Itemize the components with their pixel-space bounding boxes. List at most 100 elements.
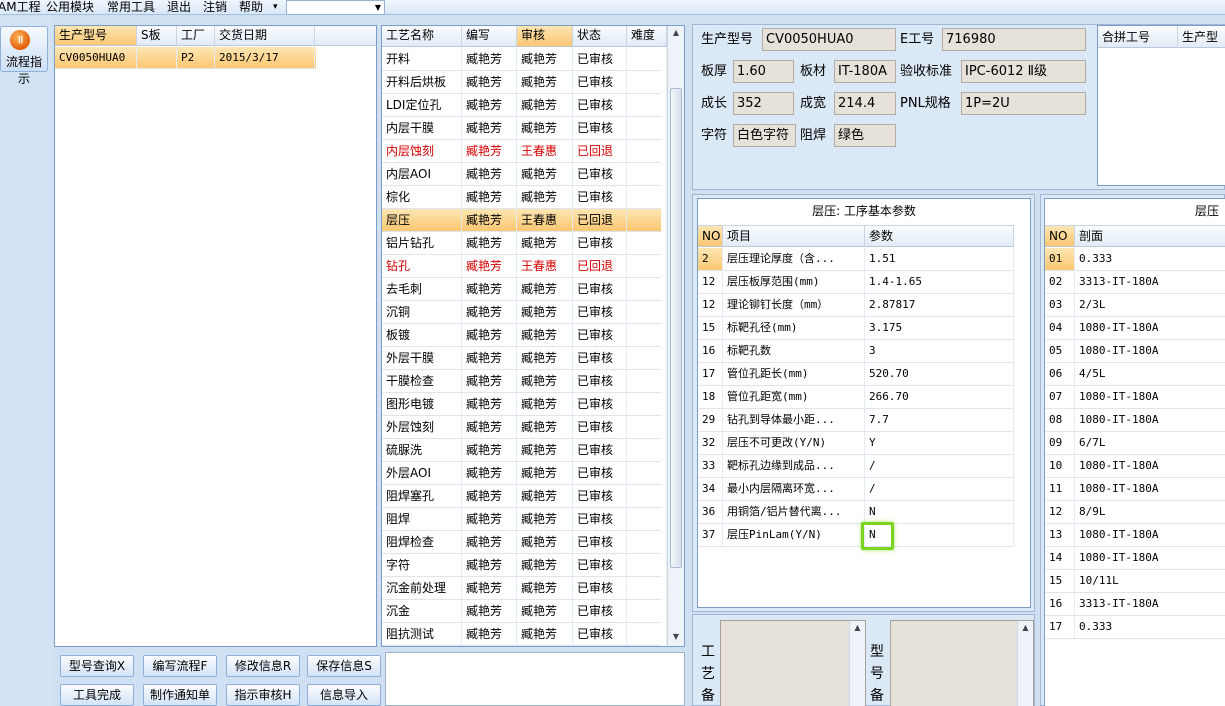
remark-scrollbar[interactable]: ▲: [849, 621, 865, 706]
column-header[interactable]: NO: [1045, 226, 1075, 246]
table-row[interactable]: 开料后烘板 臧艳芳 臧艳芳 已审核: [382, 71, 667, 94]
menu-item[interactable]: 注销: [203, 0, 227, 14]
table-row[interactable]: 18 管位孔距宽(mm) 266.70: [698, 386, 1014, 409]
flow-indicator-button[interactable]: ॥ 流程指示: [0, 26, 48, 86]
table-row[interactable]: 11 1080-IT-180A: [1045, 478, 1225, 501]
table-row[interactable]: 15 标靶孔径(mm) 3.175: [698, 317, 1014, 340]
table-row[interactable]: 外层AOI 臧艳芳 臧艳芳 已审核: [382, 462, 667, 485]
table-row[interactable]: 外层干膜 臧艳芳 臧艳芳 已审核: [382, 347, 667, 370]
column-header[interactable]: 交货日期: [215, 26, 315, 45]
table-row[interactable]: 16 标靶孔数 3: [698, 340, 1014, 363]
param-value-cell[interactable]: 3: [865, 340, 1014, 362]
column-header[interactable]: 状态: [573, 26, 627, 46]
table-row[interactable]: 06 4/5L: [1045, 363, 1225, 386]
table-row[interactable]: 13 1080-IT-180A: [1045, 524, 1225, 547]
table-row[interactable]: 02 3313-IT-180A: [1045, 271, 1225, 294]
table-row[interactable]: 沉金前处理 臧艳芳 臧艳芳 已审核: [382, 577, 667, 600]
table-row[interactable]: 图形电镀 臧艳芳 臧艳芳 已审核: [382, 393, 667, 416]
table-row[interactable]: 10 1080-IT-180A: [1045, 455, 1225, 478]
table-row[interactable]: 内层蚀刻 臧艳芳 王春惠 已回退: [382, 140, 667, 163]
table-row[interactable]: 01 0.333: [1045, 248, 1225, 271]
menu-item[interactable]: AM工程: [0, 0, 41, 14]
table-row[interactable]: 17 0.333: [1045, 616, 1225, 639]
table-row[interactable]: 04 1080-IT-180A: [1045, 317, 1225, 340]
column-header[interactable]: 项目: [723, 226, 865, 246]
table-row[interactable]: 07 1080-IT-180A: [1045, 386, 1225, 409]
table-row[interactable]: 字符 臧艳芳 臧艳芳 已审核: [382, 554, 667, 577]
table-row[interactable]: 2 层压理论厚度（含... 1.51: [698, 248, 1014, 271]
param-value-cell[interactable]: 2.87817: [865, 294, 1014, 316]
column-header[interactable]: NO: [698, 226, 723, 246]
table-row[interactable]: 12 理论铆钉长度（mm） 2.87817: [698, 294, 1014, 317]
table-row[interactable]: 沉金 臧艳芳 臧艳芳 已审核: [382, 600, 667, 623]
remark-scrollbar[interactable]: ▲: [1017, 621, 1033, 706]
column-header[interactable]: 难度: [627, 26, 667, 46]
scroll-thumb[interactable]: [670, 88, 682, 568]
table-row[interactable]: 阻焊检查 臧艳芳 臧艳芳 已审核: [382, 531, 667, 554]
scroll-down-icon[interactable]: ▼: [668, 630, 684, 644]
table-row[interactable]: 板镀 臧艳芳 臧艳芳 已审核: [382, 324, 667, 347]
chevron-down-icon[interactable]: ▾: [273, 0, 278, 14]
material-field[interactable]: IT-180A: [834, 60, 896, 83]
table-row[interactable]: 32 层压不可更改(Y/N) Y: [698, 432, 1014, 455]
column-header[interactable]: 生产型: [1178, 26, 1225, 47]
table-row[interactable]: 16 3313-IT-180A: [1045, 593, 1225, 616]
table-row[interactable]: LDI定位孔 臧艳芳 臧艳芳 已审核: [382, 94, 667, 117]
silkscreen-field[interactable]: 白色字符: [733, 124, 796, 147]
make-notice-button[interactable]: 制作通知单: [143, 684, 217, 706]
column-header[interactable]: S板: [137, 26, 177, 45]
table-row[interactable]: 铝片钻孔 臧艳芳 臧艳芳 已审核: [382, 232, 667, 255]
table-row[interactable]: 05 1080-IT-180A: [1045, 340, 1225, 363]
param-value-cell[interactable]: 3.175: [865, 317, 1014, 339]
menu-item[interactable]: 常用工具: [107, 0, 155, 14]
width-field[interactable]: 214.4: [834, 92, 896, 115]
table-row[interactable]: 17 管位孔距长(mm) 520.70: [698, 363, 1014, 386]
table-row[interactable]: 开料 臧艳芳 臧艳芳 已审核: [382, 48, 667, 71]
menu-item[interactable]: 帮助: [239, 0, 263, 14]
tool-complete-button[interactable]: 工具完成: [60, 684, 134, 706]
scroll-up-icon[interactable]: ▲: [1018, 621, 1033, 635]
table-row[interactable]: 12 层压板厚范围(mm) 1.4-1.65: [698, 271, 1014, 294]
table-row[interactable]: 内层干膜 臧艳芳 臧艳芳 已审核: [382, 117, 667, 140]
table-row[interactable]: CV0050HUA0 P2 2015/3/17: [55, 47, 316, 69]
param-value-cell[interactable]: 7.7: [865, 409, 1014, 431]
table-row[interactable]: 阻抗测试 臧艳芳 臧艳芳 已审核: [382, 623, 667, 646]
table-row[interactable]: 08 1080-IT-180A: [1045, 409, 1225, 432]
menu-item[interactable]: 公用模块: [46, 0, 94, 14]
table-row[interactable]: 09 6/7L: [1045, 432, 1225, 455]
column-header[interactable]: 剖面: [1075, 226, 1225, 246]
model-query-button[interactable]: 型号查询X: [60, 655, 134, 677]
table-row[interactable]: 沉铜 臧艳芳 臧艳芳 已审核: [382, 301, 667, 324]
scroll-up-icon[interactable]: ▲: [668, 26, 684, 40]
table-row[interactable]: 阻焊 臧艳芳 臧艳芳 已审核: [382, 508, 667, 531]
model-remark-field[interactable]: ▲: [890, 620, 1034, 706]
column-header[interactable]: 合拼工号: [1098, 26, 1178, 47]
scroll-up-icon[interactable]: ▲: [850, 621, 865, 635]
param-value-cell[interactable]: /: [865, 455, 1014, 477]
table-row[interactable]: 棕化 臧艳芳 臧艳芳 已审核: [382, 186, 667, 209]
info-import-button[interactable]: 信息导入: [307, 684, 381, 706]
length-field[interactable]: 352: [733, 92, 794, 115]
table-row[interactable]: 内层AOI 臧艳芳 臧艳芳 已审核: [382, 163, 667, 186]
param-value-cell[interactable]: 1.4-1.65: [865, 271, 1014, 293]
param-value-cell[interactable]: 1.51: [865, 248, 1014, 270]
pnl-spec-field[interactable]: 1P=2U: [961, 92, 1086, 115]
e-job-number-field[interactable]: 716980: [942, 28, 1086, 51]
table-row[interactable]: 层压 臧艳芳 王春惠 已回退: [382, 209, 667, 232]
acceptance-standard-field[interactable]: IPC-6012 Ⅱ级: [961, 60, 1086, 83]
process-remark-field[interactable]: ▲: [720, 620, 866, 706]
table-row[interactable]: 14 1080-IT-180A: [1045, 547, 1225, 570]
table-row[interactable]: 37 层压PinLam(Y/N) N: [698, 522, 1014, 550]
table-row[interactable]: 36 用铜箔/铝片替代离... N: [698, 501, 1014, 524]
table-row[interactable]: 外层蚀刻 臧艳芳 臧艳芳 已审核: [382, 416, 667, 439]
column-header[interactable]: 工厂: [177, 26, 215, 45]
column-header[interactable]: 审核: [517, 26, 573, 46]
table-row[interactable]: 15 10/11L: [1045, 570, 1225, 593]
table-row[interactable]: 03 2/3L: [1045, 294, 1225, 317]
menu-item[interactable]: 退出: [167, 0, 191, 14]
solder-mask-field[interactable]: 绿色: [834, 124, 896, 147]
model-number-field[interactable]: CV0050HUA0: [762, 28, 896, 51]
param-value-cell[interactable]: /: [865, 478, 1014, 500]
edit-flow-button[interactable]: 编写流程F: [143, 655, 217, 677]
table-row[interactable]: 34 最小内层隔离环宽... /: [698, 478, 1014, 501]
